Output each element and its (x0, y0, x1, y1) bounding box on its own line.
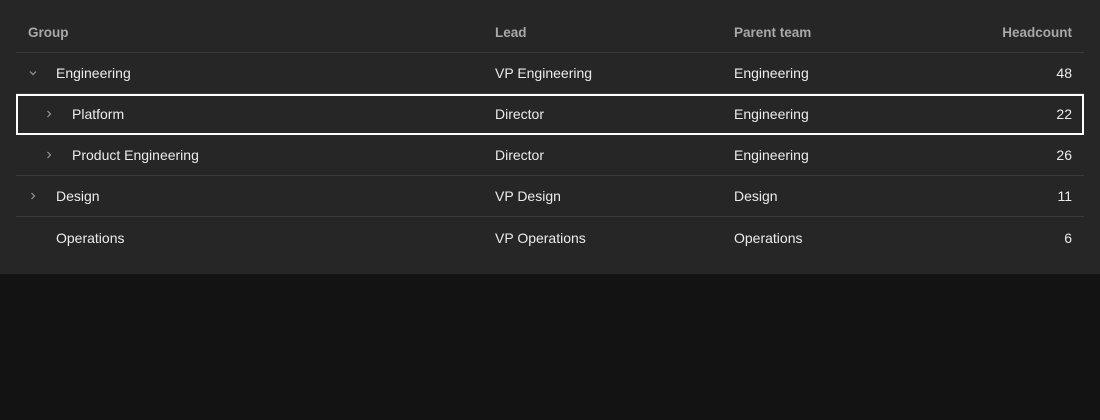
lead-cell: Director (495, 147, 545, 163)
tree-grid: Group Lead Parent team Headcount Enginee… (16, 12, 1084, 258)
group-name: Design (56, 188, 100, 204)
chevron-down-icon[interactable] (28, 68, 56, 78)
column-header-parent-team[interactable]: Parent team (734, 25, 934, 40)
group-cell: Operations (16, 230, 495, 246)
column-header-lead[interactable]: Lead (495, 25, 734, 40)
tree-row-design[interactable]: Design VP Design Design 11 (16, 176, 1084, 217)
group-cell: Engineering (16, 65, 495, 81)
tree-row-product-engineering[interactable]: Product Engineering Director Engineering… (16, 135, 1084, 176)
group-name: Operations (56, 229, 125, 246)
chevron-right-icon[interactable] (44, 150, 72, 160)
parent-team-cell: Engineering (734, 106, 809, 122)
parent-team-cell: Engineering (734, 147, 809, 163)
chevron-right-icon[interactable] (44, 109, 72, 119)
column-header-group[interactable]: Group (16, 25, 495, 40)
group-cell: Design (16, 188, 495, 204)
column-header-headcount[interactable]: Headcount (934, 25, 1084, 40)
tree-grid-panel: Group Lead Parent team Headcount Enginee… (0, 0, 1100, 274)
headcount-cell: 6 (1064, 229, 1072, 246)
column-header-parent-team-label: Parent team (734, 24, 812, 40)
tree-row-operations[interactable]: Operations VP Operations Operations 6 (16, 217, 1084, 258)
tree-row-platform[interactable]: Platform Director Engineering 22 (16, 94, 1084, 135)
chevron-right-icon[interactable] (28, 191, 56, 201)
lead-cell: VP Engineering (495, 65, 593, 81)
parent-team-cell: Design (734, 188, 778, 204)
column-header-headcount-label: Headcount (1002, 24, 1072, 40)
headcount-cell: 11 (1057, 188, 1072, 204)
group-name: Platform (72, 106, 125, 122)
parent-team-cell: Operations (734, 229, 803, 246)
lead-cell: Director (495, 106, 545, 122)
headcount-cell: 22 (1056, 106, 1072, 122)
parent-team-cell: Engineering (734, 65, 809, 81)
group-name: Product Engineering (72, 147, 199, 163)
column-header-lead-label: Lead (495, 24, 527, 40)
lead-cell: VP Operations (495, 229, 586, 246)
group-cell: Platform (16, 106, 495, 122)
grid-header-row: Group Lead Parent team Headcount (16, 12, 1084, 53)
group-name: Engineering (56, 65, 131, 81)
column-header-group-label: Group (28, 24, 69, 40)
lead-cell: VP Design (495, 188, 561, 204)
headcount-cell: 48 (1056, 65, 1072, 81)
headcount-cell: 26 (1056, 147, 1072, 163)
tree-row-engineering[interactable]: Engineering VP Engineering Engineering 4… (16, 53, 1084, 94)
group-cell: Product Engineering (16, 147, 495, 163)
